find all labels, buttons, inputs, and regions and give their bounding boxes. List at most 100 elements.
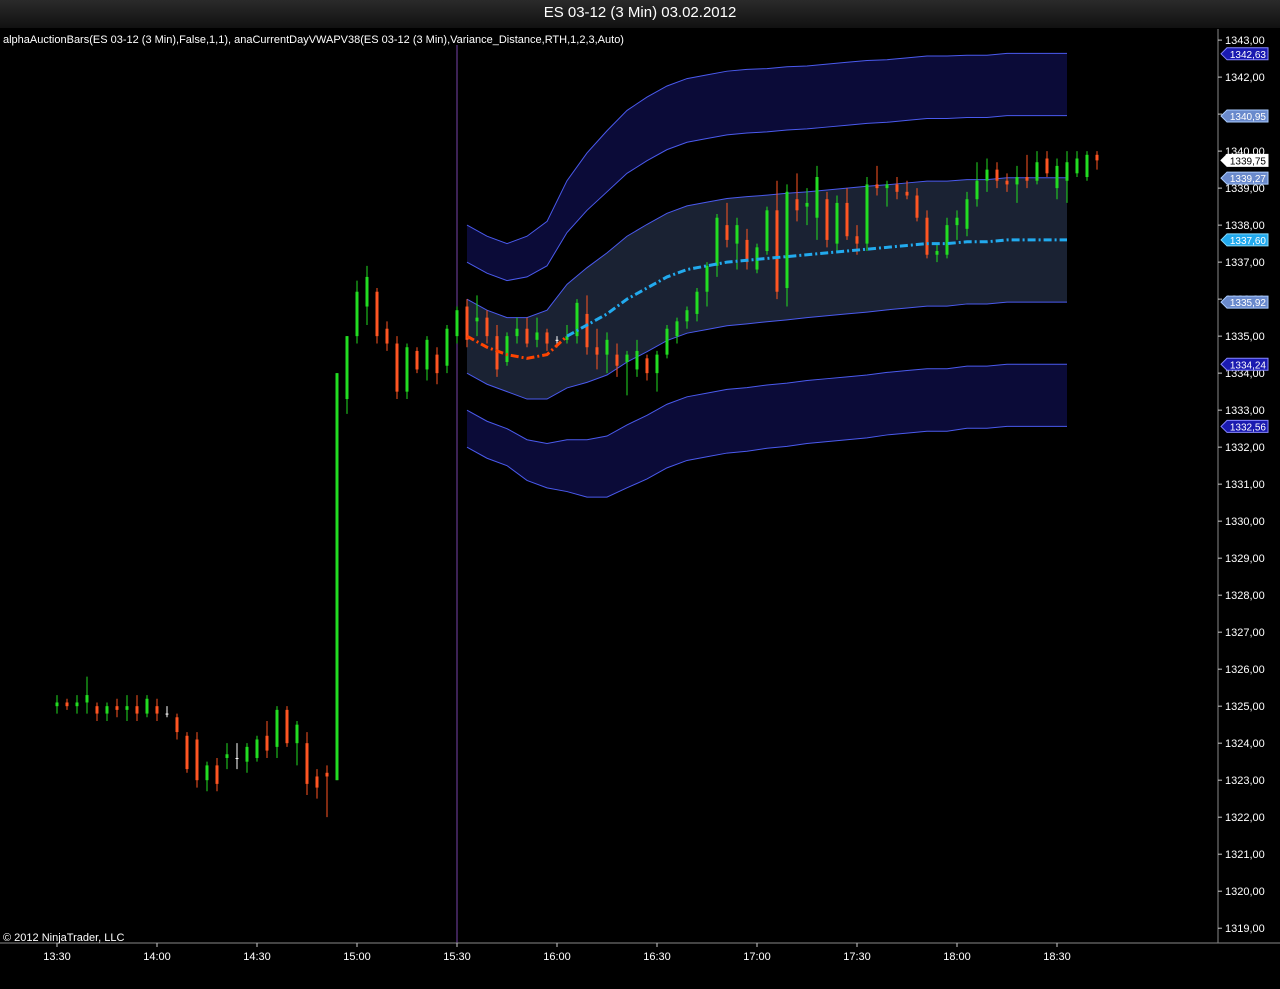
- candle-body: [605, 339, 609, 355]
- price-marker: 1339,27: [1220, 171, 1269, 185]
- candle: [415, 347, 419, 374]
- y-tick-label: 1319,00: [1225, 923, 1265, 935]
- candle-body: [955, 217, 959, 226]
- candle-body: [855, 236, 859, 244]
- y-tick-label: 1328,00: [1225, 590, 1265, 602]
- candle-body: [165, 713, 169, 715]
- candle-body: [415, 350, 419, 370]
- y-tick-label: 1326,00: [1225, 664, 1265, 676]
- price-marker: 1337,60: [1220, 233, 1269, 247]
- x-tick-label: 17:00: [743, 951, 771, 963]
- candle-body: [265, 735, 269, 751]
- candle-body: [255, 739, 259, 758]
- candle: [395, 336, 399, 400]
- candle-body: [915, 195, 919, 218]
- y-tick-label: 1331,00: [1225, 479, 1265, 491]
- y-tick-label: 1323,00: [1225, 775, 1265, 787]
- candle-body: [405, 347, 409, 392]
- x-tick-label: 13:30: [43, 951, 71, 963]
- x-tick-label: 14:30: [243, 951, 271, 963]
- candle-body: [435, 354, 439, 374]
- candle-body: [365, 276, 369, 307]
- candle-body: [105, 706, 109, 714]
- candle-body: [115, 706, 119, 710]
- candle-body: [315, 776, 319, 788]
- candle-body: [345, 336, 349, 400]
- candle-body: [475, 317, 479, 322]
- price-marker-label: 1339,27: [1230, 174, 1267, 185]
- price-marker-label: 1337,60: [1230, 236, 1267, 247]
- candle-body: [215, 765, 219, 784]
- candle-body: [695, 291, 699, 314]
- y-tick-label: 1335,00: [1225, 331, 1265, 343]
- candle-body: [715, 217, 719, 266]
- candle-body: [1015, 177, 1019, 185]
- candle-body: [155, 706, 159, 714]
- x-tick-label: 14:00: [143, 951, 171, 963]
- candle-body: [595, 347, 599, 355]
- candle-body: [905, 191, 909, 196]
- y-tick-label: 1333,00: [1225, 405, 1265, 417]
- candle: [505, 332, 509, 366]
- candle-body: [125, 706, 129, 710]
- candle-body: [975, 180, 979, 200]
- candle-body: [455, 310, 459, 337]
- candle: [255, 735, 259, 762]
- candle-body: [335, 373, 339, 781]
- candle-body: [95, 706, 99, 714]
- candle-body: [185, 735, 189, 770]
- candle-body: [825, 199, 829, 240]
- candle-body: [505, 336, 509, 363]
- y-tick-label: 1342,00: [1225, 72, 1265, 84]
- y-tick-label: 1321,00: [1225, 849, 1265, 861]
- candle-body: [305, 743, 309, 784]
- copyright-label: © 2012 NinjaTrader, LLC: [3, 932, 124, 944]
- candle-body: [645, 358, 649, 374]
- candle-body: [285, 709, 289, 744]
- price-chart[interactable]: 1319,00 1320,00 1321,00 1322,00 1323,00 1324,…: [0, 0, 1280, 989]
- candle-body: [375, 291, 379, 337]
- candle-body: [945, 225, 949, 255]
- price-marker: 1342,63: [1220, 47, 1269, 61]
- candle-body: [85, 695, 89, 703]
- candle-body: [925, 217, 929, 255]
- candle-body: [395, 343, 399, 392]
- candle-body: [845, 202, 849, 237]
- candle-body: [295, 724, 299, 744]
- y-tick-label: 1338,00: [1225, 220, 1265, 232]
- candle-body: [935, 251, 939, 255]
- candle-body: [625, 354, 629, 363]
- candle: [375, 288, 379, 344]
- price-marker: 1340,95: [1220, 109, 1269, 123]
- candle: [665, 325, 669, 359]
- x-tick-label: 18:30: [1043, 951, 1071, 963]
- y-tick-label: 1322,00: [1225, 812, 1265, 824]
- candle-body: [995, 169, 999, 181]
- candle-body: [195, 739, 199, 781]
- candle-body: [145, 698, 149, 714]
- y-tick-label: 1327,00: [1225, 627, 1265, 639]
- y-tick-label: 1325,00: [1225, 701, 1265, 713]
- candle-body: [735, 225, 739, 244]
- y-tick-label: 1324,00: [1225, 738, 1265, 750]
- candle-body: [665, 328, 669, 355]
- x-tick-label: 16:00: [543, 951, 571, 963]
- candle-body: [425, 339, 429, 370]
- candle-body: [235, 757, 239, 759]
- candle: [1085, 151, 1089, 181]
- candle-body: [555, 339, 559, 341]
- y-tick-label: 1329,00: [1225, 553, 1265, 565]
- y-tick-label: 1332,00: [1225, 442, 1265, 454]
- candle-body: [445, 328, 449, 366]
- candle-body: [875, 184, 879, 189]
- y-tick-label: 1330,00: [1225, 516, 1265, 528]
- price-marker-label: 1335,92: [1230, 298, 1267, 309]
- x-tick-label: 15:00: [343, 951, 371, 963]
- price-marker: 1334,24: [1220, 357, 1269, 371]
- x-tick-label: 17:30: [843, 951, 871, 963]
- candle-body: [835, 202, 839, 244]
- price-marker-label: 1334,24: [1230, 360, 1267, 371]
- candle-body: [65, 702, 69, 707]
- candle-body: [615, 354, 619, 366]
- candle-body: [885, 184, 889, 189]
